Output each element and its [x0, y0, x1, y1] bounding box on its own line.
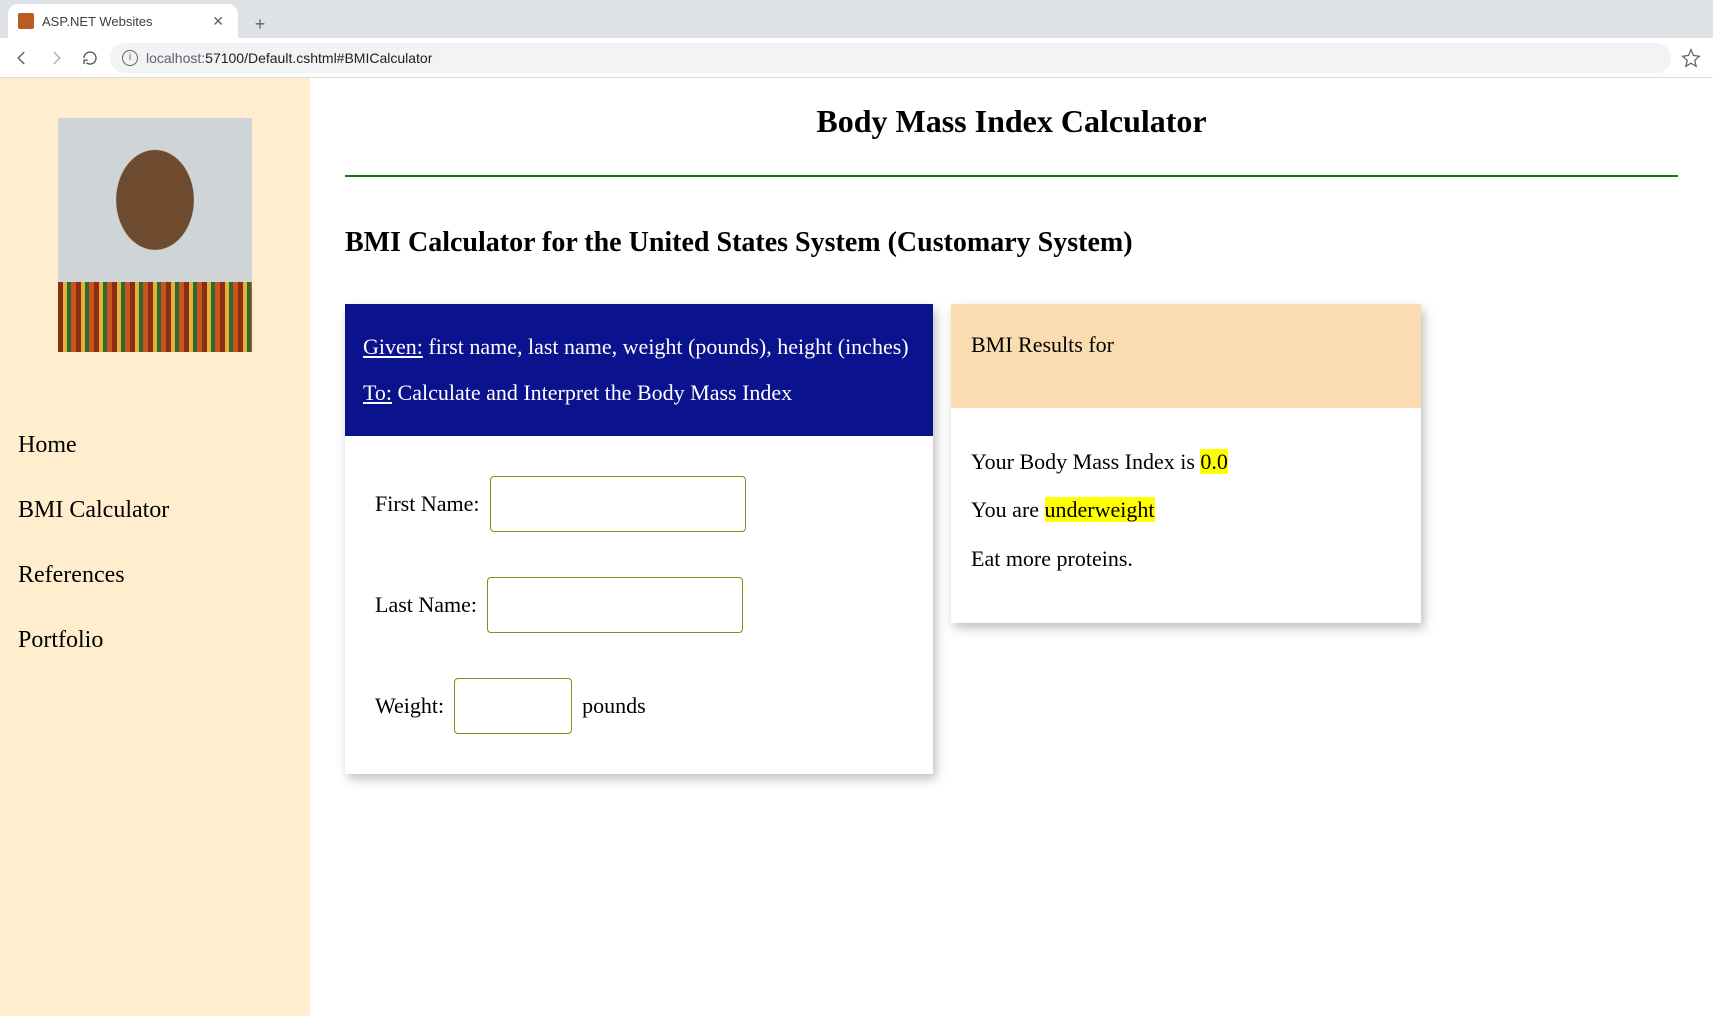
new-tab-button[interactable]: +: [246, 10, 274, 38]
toolbar: i localhost:57100/Default.cshtml#BMICalc…: [0, 38, 1713, 78]
url-path: 57100/Default.cshtml#BMICalculator: [205, 50, 432, 66]
close-tab-icon[interactable]: ✕: [208, 11, 228, 32]
result-header: BMI Results for: [951, 304, 1421, 408]
site-info-icon[interactable]: i: [122, 50, 138, 66]
calculator-card: Given: first name, last name, weight (po…: [345, 304, 933, 774]
back-button[interactable]: [8, 44, 36, 72]
to-text: Calculate and Interpret the Body Mass In…: [392, 380, 792, 405]
given-text: first name, last name, weight (pounds), …: [423, 334, 909, 359]
sidebar-link-bmi[interactable]: BMI Calculator: [18, 497, 310, 524]
main-content: Body Mass Index Calculator BMI Calculato…: [310, 78, 1713, 1016]
first-name-label: First Name:: [375, 491, 480, 517]
page-title: Body Mass Index Calculator: [345, 103, 1678, 140]
browser-chrome: ASP.NET Websites ✕ + i localhost:57100/D…: [0, 0, 1713, 78]
result-advice: Eat more proteins.: [971, 535, 1401, 583]
result-status-value: underweight: [1045, 497, 1155, 522]
weight-input[interactable]: [454, 678, 572, 734]
tab-title: ASP.NET Websites: [42, 14, 208, 29]
sidebar: Home BMI Calculator References Portfolio: [0, 78, 310, 1016]
section-title: BMI Calculator for the United States Sys…: [345, 227, 1678, 259]
result-card: BMI Results for Your Body Mass Index is …: [951, 304, 1421, 623]
divider: [345, 175, 1678, 177]
result-bmi-prefix: Your Body Mass Index is: [971, 449, 1200, 474]
calculator-header: Given: first name, last name, weight (po…: [345, 304, 933, 436]
profile-photo: [58, 118, 252, 352]
result-bmi-value: 0.0: [1200, 449, 1228, 474]
sidebar-link-portfolio[interactable]: Portfolio: [18, 627, 310, 654]
last-name-label: Last Name:: [375, 592, 477, 618]
tab-bar: ASP.NET Websites ✕ +: [0, 0, 1713, 38]
page: Home BMI Calculator References Portfolio…: [0, 78, 1713, 1016]
first-name-row: First Name:: [375, 476, 903, 532]
sidebar-nav: Home BMI Calculator References Portfolio: [0, 372, 310, 654]
panels: Given: first name, last name, weight (po…: [345, 304, 1678, 774]
first-name-input[interactable]: [490, 476, 746, 532]
sidebar-link-references[interactable]: References: [18, 562, 310, 589]
result-status-prefix: You are: [971, 497, 1045, 522]
result-line-status: You are underweight: [971, 486, 1401, 534]
calculator-body: First Name: Last Name: Weight: pounds: [345, 436, 933, 774]
favicon-icon: [18, 13, 34, 29]
result-line-bmi: Your Body Mass Index is 0.0: [971, 438, 1401, 486]
address-bar[interactable]: i localhost:57100/Default.cshtml#BMICalc…: [110, 43, 1671, 73]
forward-button[interactable]: [42, 44, 70, 72]
given-label: Given:: [363, 334, 423, 359]
bookmark-button[interactable]: [1677, 44, 1705, 72]
weight-row: Weight: pounds: [375, 678, 903, 734]
sidebar-link-home[interactable]: Home: [18, 432, 310, 459]
last-name-input[interactable]: [487, 577, 743, 633]
weight-unit: pounds: [582, 693, 646, 719]
last-name-row: Last Name:: [375, 577, 903, 633]
browser-tab[interactable]: ASP.NET Websites ✕: [8, 4, 238, 38]
weight-label: Weight:: [375, 693, 444, 719]
result-body: Your Body Mass Index is 0.0 You are unde…: [951, 408, 1421, 623]
url-host: localhost:: [146, 50, 205, 66]
reload-button[interactable]: [76, 44, 104, 72]
avatar-container: [0, 78, 310, 372]
to-label: To:: [363, 380, 392, 405]
